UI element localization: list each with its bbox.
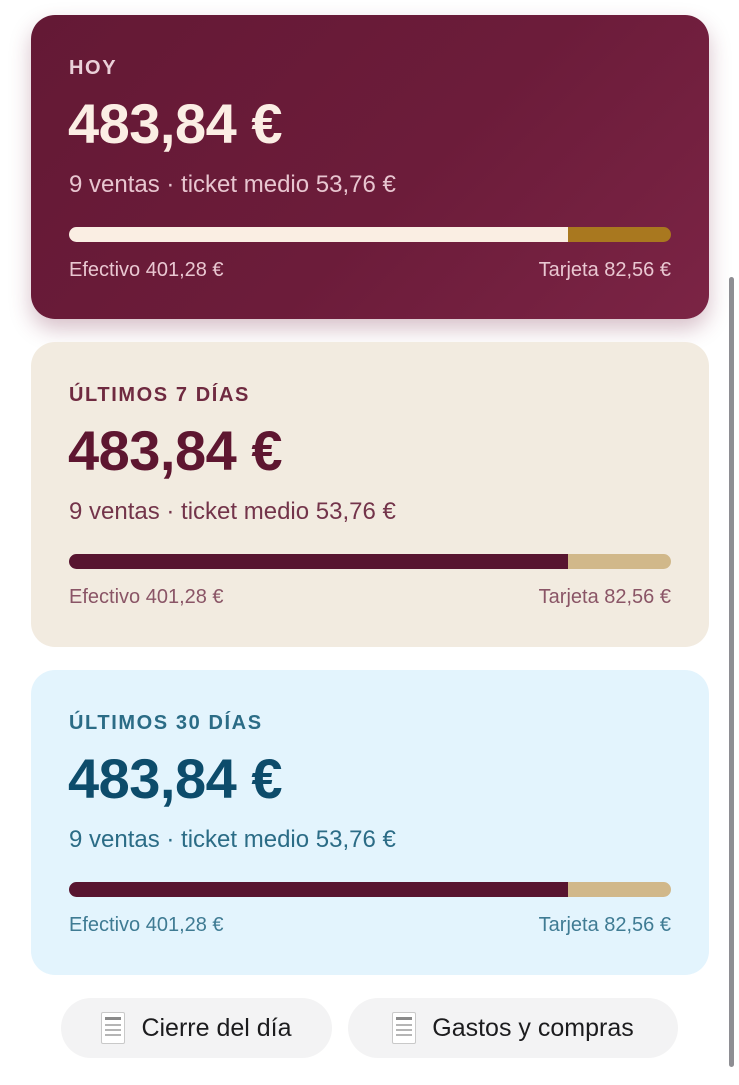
payment-legend: Efectivo 401,28 € Tarjeta 82,56 € [69,912,671,938]
payment-legend: Efectivo 401,28 € Tarjeta 82,56 € [69,257,671,283]
cash-segment [69,554,569,569]
period-label: HOY [69,57,118,79]
total-amount: 483,84 € [68,747,282,810]
card-segment [568,882,671,897]
cash-segment [69,227,569,242]
payment-split-bar [69,227,671,242]
card-segment [568,227,671,242]
payment-split-bar [69,882,671,897]
receipt-icon [101,1012,126,1044]
close-day-button[interactable]: Cierre del día [61,998,332,1058]
summary-card-7-days[interactable]: ÚLTIMOS 7 DÍAS 483,84 € 9 ventas · ticke… [31,342,709,647]
scrollbar[interactable] [729,277,734,1067]
sales-summary-screen: HOY 483,84 € 9 ventas · ticket medio 53,… [0,0,739,1085]
summary-card-today[interactable]: HOY 483,84 € 9 ventas · ticket medio 53,… [31,15,709,319]
cash-amount: Efectivo 401,28 € [69,914,224,936]
total-amount: 483,84 € [68,92,282,155]
expenses-label: Gastos y compras [432,1013,634,1042]
expenses-button[interactable]: Gastos y compras [348,998,678,1058]
payment-legend: Efectivo 401,28 € Tarjeta 82,56 € [69,584,671,610]
cash-segment [69,882,569,897]
sales-summary-text: 9 ventas · ticket medio 53,76 € [69,826,396,853]
card-amount: Tarjeta 82,56 € [538,914,671,936]
card-segment [568,554,671,569]
quick-actions: Cierre del día Gastos y compras [0,998,739,1058]
card-amount: Tarjeta 82,56 € [538,586,671,608]
period-label: ÚLTIMOS 7 DÍAS [69,384,250,406]
sales-summary-text: 9 ventas · ticket medio 53,76 € [69,498,396,525]
sales-summary-text: 9 ventas · ticket medio 53,76 € [69,171,396,198]
period-label: ÚLTIMOS 30 DÍAS [69,712,263,734]
payment-split-bar [69,554,671,569]
cash-amount: Efectivo 401,28 € [69,259,224,281]
cash-amount: Efectivo 401,28 € [69,586,224,608]
summary-card-30-days[interactable]: ÚLTIMOS 30 DÍAS 483,84 € 9 ventas · tick… [31,670,709,975]
close-day-label: Cierre del día [141,1013,292,1042]
receipt-icon [392,1012,417,1044]
total-amount: 483,84 € [68,419,282,482]
card-amount: Tarjeta 82,56 € [538,259,671,281]
